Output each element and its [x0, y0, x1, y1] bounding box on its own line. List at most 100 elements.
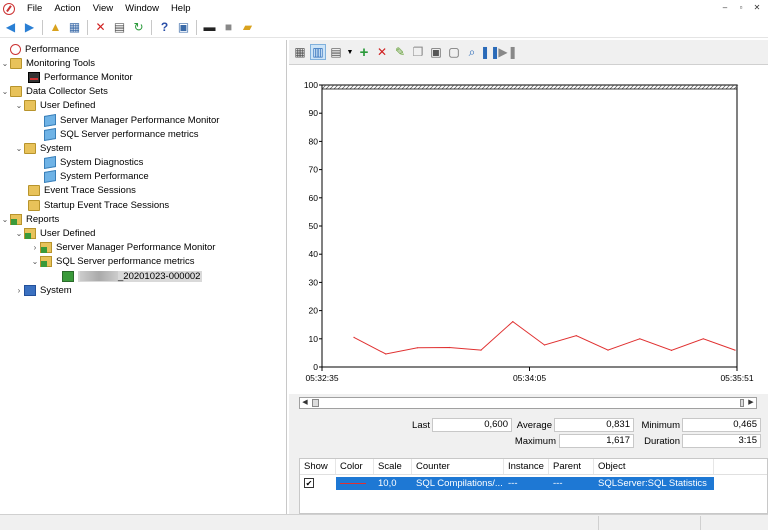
tree-item-reports[interactable]: ⌄ Reports: [0, 212, 286, 226]
range-start-handle[interactable]: [312, 399, 319, 407]
tree-item-label: System: [40, 284, 72, 296]
tree-item-event-trace-sessions[interactable]: Event Trace Sessions: [0, 184, 286, 198]
show-hide-console-tree-icon[interactable]: ▦: [66, 19, 83, 36]
column-header-show[interactable]: Show: [300, 459, 336, 474]
object-cell: SQLServer:SQL Statistics: [594, 477, 714, 490]
forward-arrow-icon[interactable]: ▶: [21, 19, 38, 36]
expand-chevron-icon[interactable]: ⌄: [14, 144, 24, 153]
y-tick-label: 10: [309, 334, 319, 344]
folder-icon[interactable]: ▰: [239, 19, 256, 36]
menu-help[interactable]: Help: [165, 0, 197, 17]
tree-item-dcs-user-defined[interactable]: ⌄ User Defined: [0, 99, 286, 113]
expand-chevron-icon[interactable]: ⌄: [0, 215, 10, 224]
data-collector-icon: [44, 113, 56, 127]
tree-item-startup-event-trace-sessions[interactable]: Startup Event Trace Sessions: [0, 198, 286, 212]
column-header-parent[interactable]: Parent: [549, 459, 594, 474]
minimum-label: Minimum: [641, 420, 680, 431]
column-header-scale[interactable]: Scale: [374, 459, 412, 474]
performance-monitor-icon[interactable]: ▬: [201, 19, 218, 36]
tree-item-label: Server Manager Performance Monitor: [60, 114, 220, 126]
menu-window[interactable]: Window: [119, 0, 165, 17]
tree-item-label: SQL Server performance metrics: [56, 256, 195, 268]
tree-item-performance-monitor[interactable]: Performance Monitor: [0, 70, 286, 84]
tree-item-rep-system[interactable]: › System: [0, 283, 286, 297]
tree-item-dcs-server-manager[interactable]: Server Manager Performance Monitor: [0, 113, 286, 127]
properties-icon[interactable]: ▣: [175, 19, 192, 36]
freeze-display-icon[interactable]: ❚❚: [480, 44, 500, 60]
close-button[interactable]: ✕: [750, 2, 764, 15]
menu-view[interactable]: View: [87, 0, 119, 17]
expand-chevron-icon[interactable]: ⌄: [0, 59, 10, 68]
dropdown-arrow-icon[interactable]: ▼: [346, 44, 354, 60]
folder-icon: [10, 57, 22, 69]
performance-icon: [10, 43, 21, 55]
tree-item-performance[interactable]: Performance: [0, 42, 286, 56]
toolbar-separator: [196, 19, 197, 35]
tree-item-rep-sql-metrics[interactable]: ⌄ SQL Server performance metrics: [0, 255, 286, 269]
y-tick-label: 60: [309, 193, 319, 203]
column-header-counter[interactable]: Counter: [412, 459, 504, 474]
collapse-chevron-icon[interactable]: ›: [14, 286, 24, 295]
graph-area: 100 90 80 70 60 50 40 30 20 10 0 05:32:35 05:34:05 05…: [289, 64, 768, 394]
stop-icon[interactable]: ■: [220, 19, 237, 36]
y-tick-label: 80: [309, 136, 319, 146]
tree-item-dcs-sql-metrics[interactable]: SQL Server performance metrics: [0, 127, 286, 141]
change-graph-type-icon[interactable]: ▤: [328, 44, 344, 60]
scroll-right-icon[interactable]: ▶: [746, 398, 756, 408]
tree-item-system-performance[interactable]: System Performance: [0, 170, 286, 184]
tree-item-label: Startup Event Trace Sessions: [44, 199, 170, 211]
tree-item-dcs-system[interactable]: ⌄ System: [0, 141, 286, 155]
delete-icon[interactable]: ✕: [92, 19, 109, 36]
copy-properties-icon[interactable]: ❐: [410, 44, 426, 60]
show-checkbox[interactable]: ✔: [304, 478, 314, 488]
restore-button[interactable]: ▫: [734, 2, 748, 15]
tree-item-monitoring-tools[interactable]: ⌄ Monitoring Tools: [0, 56, 286, 70]
properties-icon[interactable]: ▢: [446, 44, 462, 60]
expand-chevron-icon[interactable]: ⌄: [0, 87, 10, 96]
delete-counter-icon[interactable]: ✕: [374, 44, 390, 60]
view-log-data-icon[interactable]: ▥: [310, 44, 326, 60]
back-arrow-icon[interactable]: ◀: [2, 19, 19, 36]
highlight-icon[interactable]: ✎: [392, 44, 408, 60]
minimize-button[interactable]: –: [718, 2, 732, 15]
performance-monitor-pane: ▦ ▥ ▤ ▼ + ✕ ✎ ❐ ▣ ▢ ⌕ ❚❚ ▶❚ 100 90 80 70 60 5…: [289, 40, 768, 514]
column-header-instance[interactable]: Instance: [504, 459, 549, 474]
tree-item-label: User Defined: [40, 100, 96, 112]
zoom-icon[interactable]: ⌕: [464, 44, 480, 60]
menu-file[interactable]: File: [21, 0, 48, 17]
update-data-icon[interactable]: ▶❚: [498, 44, 517, 60]
expand-chevron-icon[interactable]: ⌄: [30, 257, 40, 266]
scroll-left-icon[interactable]: ◀: [300, 398, 310, 408]
y-tick-label: 70: [309, 165, 319, 175]
startup-event-trace-icon: [28, 199, 40, 211]
tree-item-rep-server-manager[interactable]: › Server Manager Performance Monitor: [0, 241, 286, 255]
table-row[interactable]: ✔ 10,0 SQL Compilations/... --- --- SQLS…: [300, 477, 767, 490]
last-value: 0,600: [432, 418, 512, 432]
data-point: [702, 338, 704, 340]
paste-counter-list-icon[interactable]: ▣: [428, 44, 444, 60]
tree-item-data-collector-sets[interactable]: ⌄ Data Collector Sets: [0, 85, 286, 99]
time-range-scrollbar[interactable]: ◀ ▶: [299, 397, 757, 409]
expand-chevron-icon[interactable]: ⌄: [14, 229, 24, 238]
expand-chevron-icon[interactable]: ⌄: [14, 101, 24, 110]
duration-value: 3:15: [682, 434, 761, 448]
instance-cell: ---: [504, 477, 549, 490]
tree-item-rep-user-defined[interactable]: ⌄ User Defined: [0, 226, 286, 240]
x-tick-label: 05:35:51: [720, 373, 753, 383]
performance-app-icon: [3, 2, 15, 15]
refresh-icon[interactable]: ↻: [130, 19, 147, 36]
view-current-activity-icon[interactable]: ▦: [292, 44, 308, 60]
up-folder-icon[interactable]: ▲: [47, 19, 64, 36]
help-icon[interactable]: ?: [156, 19, 173, 36]
add-counter-icon[interactable]: +: [356, 44, 372, 61]
tree-item-system-diagnostics[interactable]: System Diagnostics: [0, 156, 286, 170]
menu-action[interactable]: Action: [48, 0, 86, 17]
range-end-handle[interactable]: [740, 399, 744, 407]
collapse-chevron-icon[interactable]: ›: [30, 243, 40, 252]
column-header-color[interactable]: Color: [336, 459, 374, 474]
tree-item-report-selected[interactable]: _20201023-000002: [0, 269, 286, 283]
column-header-object[interactable]: Object: [594, 459, 714, 474]
data-collector-icon: [44, 156, 56, 170]
print-icon[interactable]: ▤: [111, 19, 128, 36]
line-chart: 100908070605040302010005:32:35 05:34:05 05…: [304, 80, 754, 383]
